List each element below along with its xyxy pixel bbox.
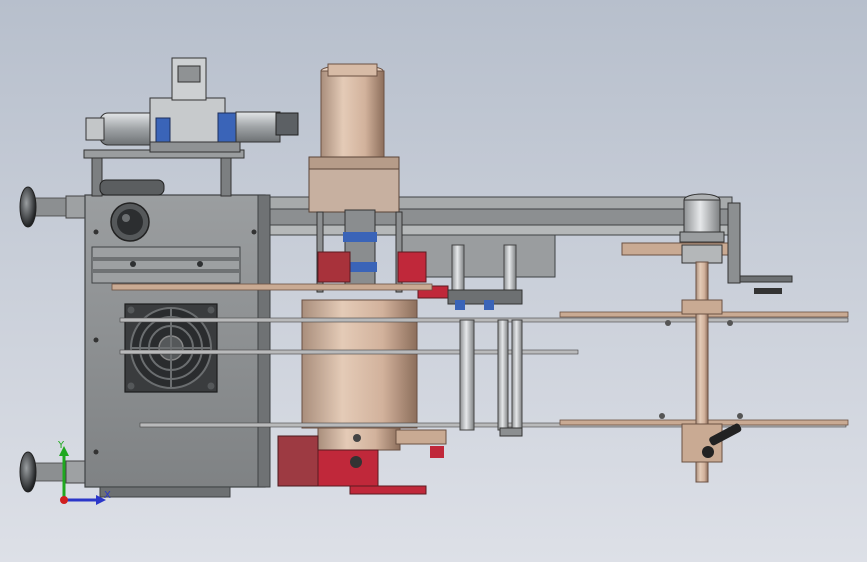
- upper-spindle-cylinder: [320, 63, 385, 160]
- right-pulley: [679, 193, 725, 264]
- triad-y-label: Y: [58, 440, 65, 451]
- main-drive-cylinder: [301, 299, 418, 451]
- right-vertical-shaft: [659, 261, 743, 483]
- housing-rail: [91, 246, 241, 284]
- left-knob-bottom: [19, 451, 87, 493]
- valve-support-frame: [83, 149, 245, 197]
- cooling-fan-icon: [124, 303, 218, 393]
- assembly-drawing: [19, 57, 849, 505]
- left-knob-top: [19, 186, 87, 228]
- housing-port: [110, 202, 150, 242]
- solenoid-valve-assembly: [85, 57, 299, 153]
- triad-x-label: X: [104, 490, 111, 501]
- cad-viewport[interactable]: Y X: [0, 0, 867, 562]
